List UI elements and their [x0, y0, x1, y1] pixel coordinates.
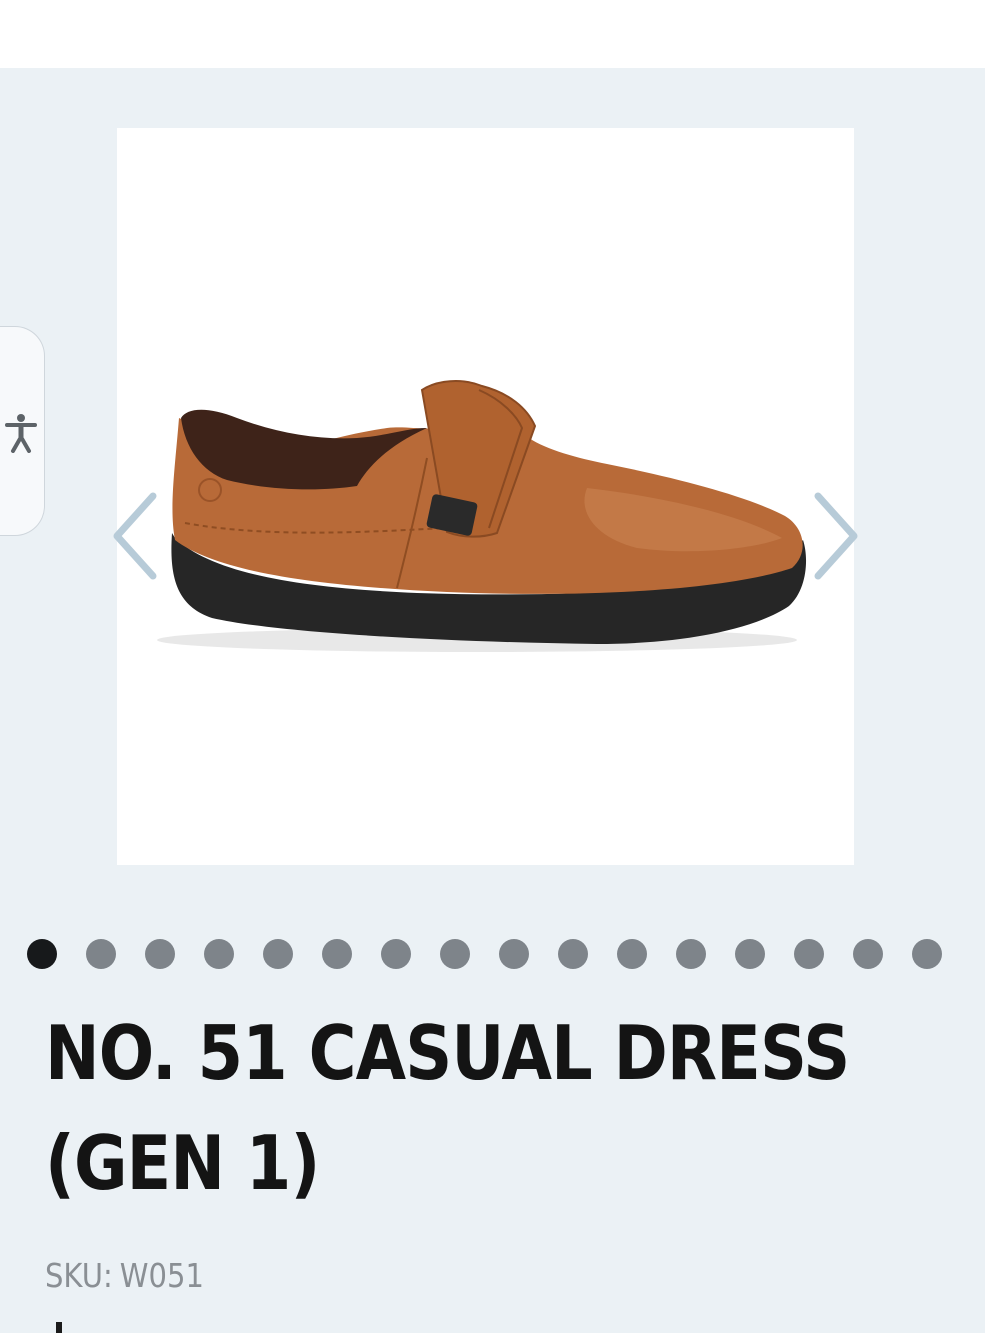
gallery-dot[interactable]: [558, 939, 588, 969]
product-title: NO. 51 CASUAL DRESS (GEN 1): [45, 998, 850, 1218]
site-header: [0, 0, 985, 68]
accessibility-person-icon: [5, 414, 37, 453]
gallery-dot[interactable]: [27, 939, 57, 969]
product-title-line2: (GEN 1): [45, 1119, 320, 1207]
gallery-dot[interactable]: [263, 939, 293, 969]
gallery-prev-button[interactable]: [105, 486, 165, 586]
gallery-dot[interactable]: [794, 939, 824, 969]
gallery-dot[interactable]: [322, 939, 352, 969]
gallery-dot[interactable]: [204, 939, 234, 969]
gallery-dot[interactable]: [145, 939, 175, 969]
gallery-dot[interactable]: [853, 939, 883, 969]
gallery-dot[interactable]: [617, 939, 647, 969]
gallery-dot[interactable]: [912, 939, 942, 969]
gallery-dot[interactable]: [499, 939, 529, 969]
gallery-next-button[interactable]: [806, 486, 866, 586]
truncated-content: [56, 1322, 62, 1333]
gallery-dot[interactable]: [86, 939, 116, 969]
product-image[interactable]: [117, 128, 854, 865]
chevron-right-icon: [814, 492, 858, 580]
gallery-dot[interactable]: [735, 939, 765, 969]
chevron-left-icon: [113, 492, 157, 580]
gallery-dot[interactable]: [381, 939, 411, 969]
accessibility-button[interactable]: [0, 326, 45, 536]
gallery-dot[interactable]: [440, 939, 470, 969]
gallery-dot[interactable]: [676, 939, 706, 969]
product-title-line1: NO. 51 CASUAL DRESS: [45, 1009, 850, 1097]
sku-label: SKU:: [45, 1256, 113, 1295]
product-gallery[interactable]: [117, 128, 854, 865]
product-sku: SKU: W051: [45, 1256, 204, 1295]
sku-value: W051: [119, 1256, 204, 1295]
page-edge: [985, 0, 1000, 1333]
